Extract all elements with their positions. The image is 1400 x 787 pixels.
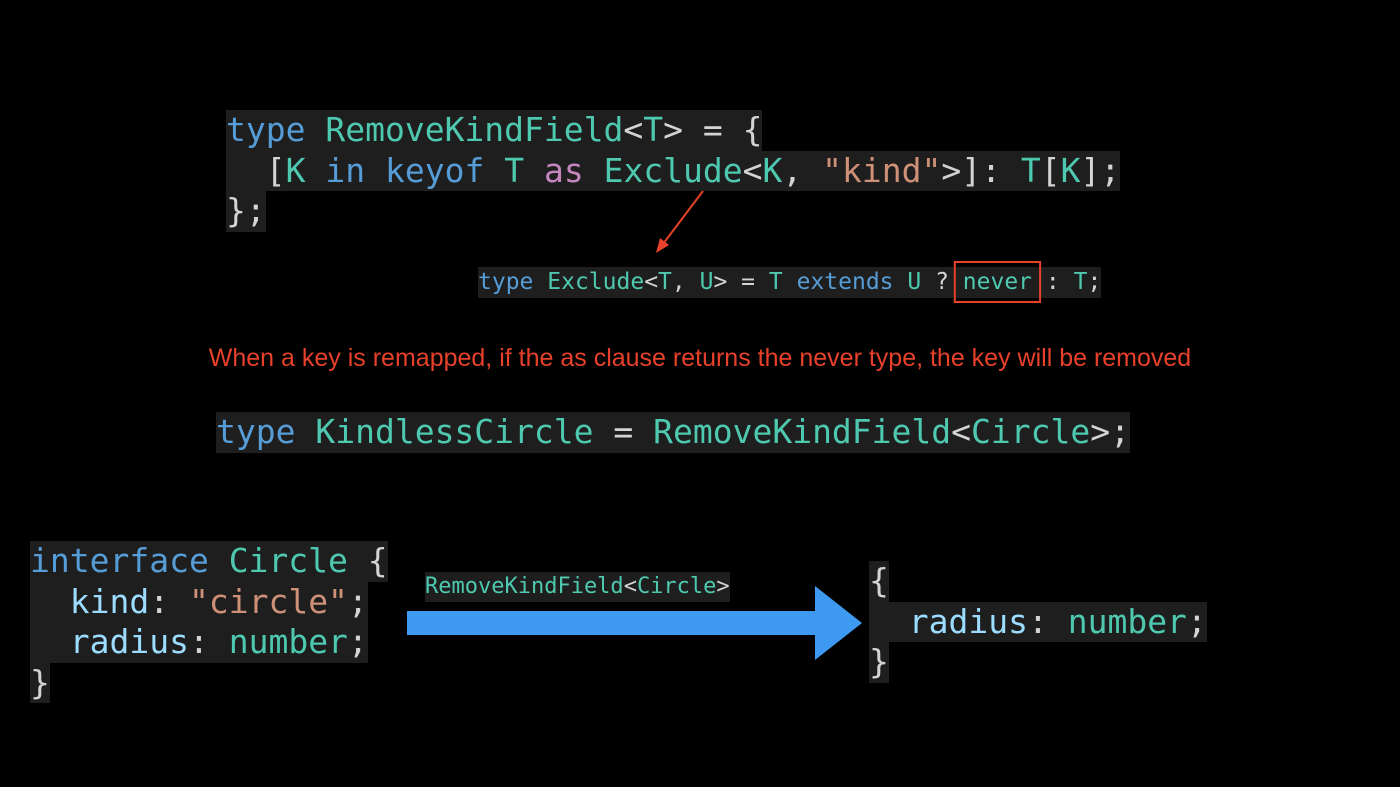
blue-right-arrow-icon [407, 586, 862, 660]
diagram-overlay [407, 190, 1042, 660]
red-pointer-arrow-icon [656, 190, 704, 253]
never-highlight-box [953, 261, 1042, 303]
